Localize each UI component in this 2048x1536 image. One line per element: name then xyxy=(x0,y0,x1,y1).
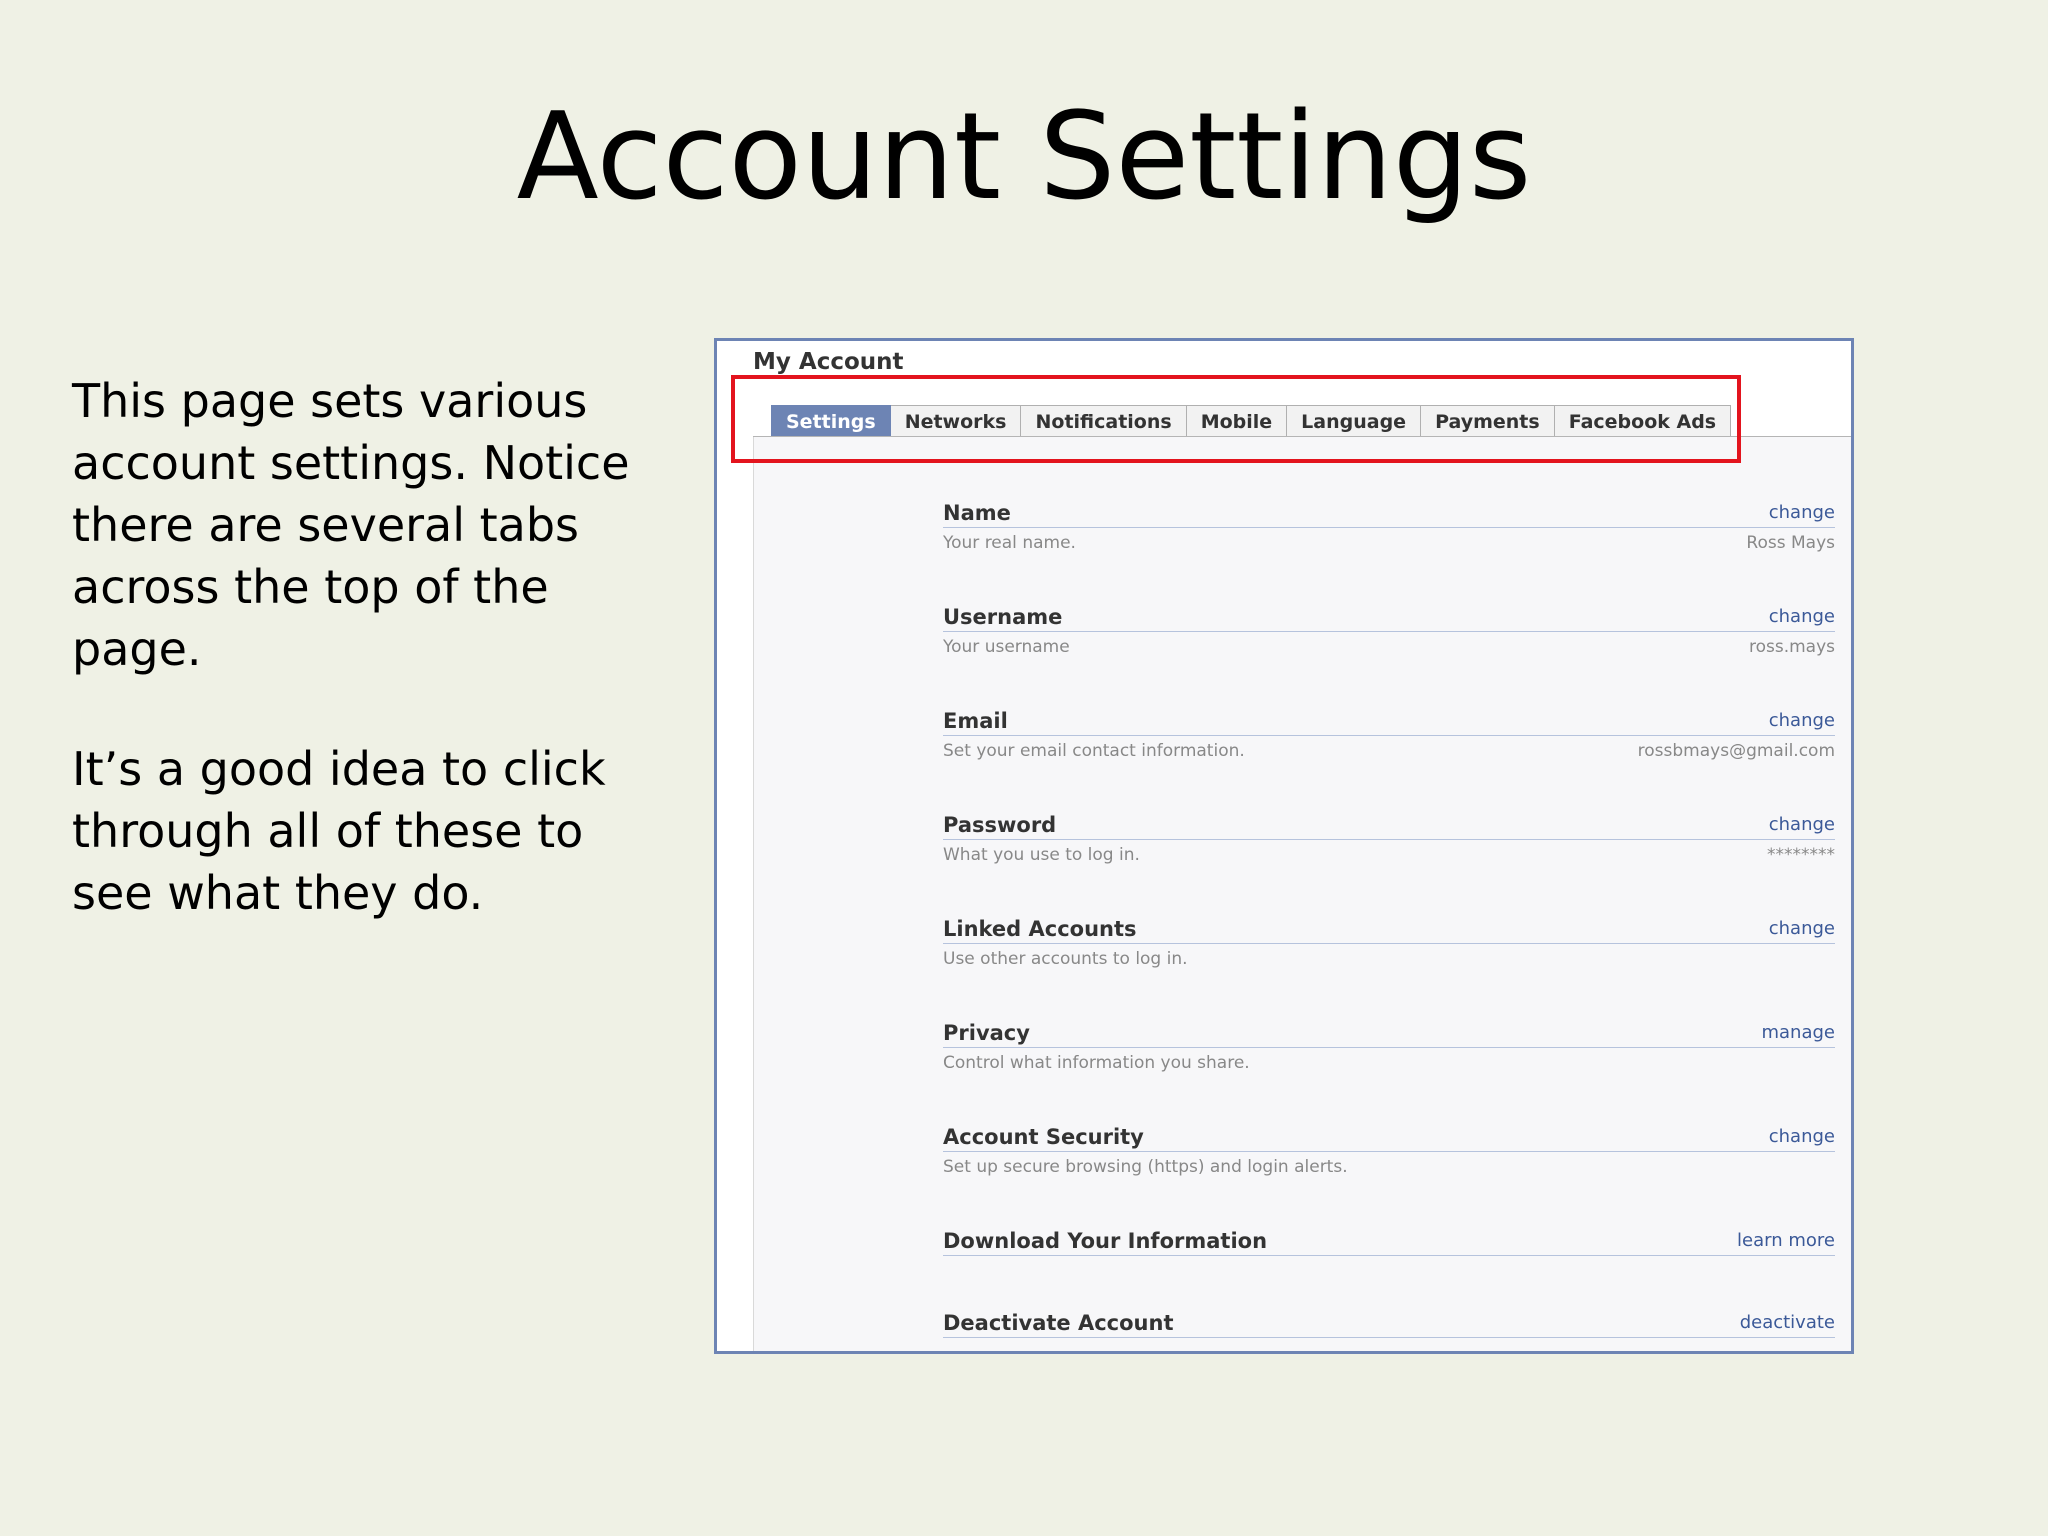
deactivate-link[interactable]: deactivate xyxy=(1740,1312,1835,1333)
setting-value: ******** xyxy=(1767,845,1835,865)
setting-description: What you use to log in. xyxy=(943,845,1140,865)
setting-row-linked-accounts: Linked Accounts change Use other account… xyxy=(943,911,1835,1015)
change-account-security-link[interactable]: change xyxy=(1769,1126,1835,1147)
setting-value: Ross Mays xyxy=(1746,533,1835,553)
change-username-link[interactable]: change xyxy=(1769,606,1835,627)
setting-label: Deactivate Account xyxy=(943,1311,1174,1335)
setting-row-password: Password change What you use to log in. … xyxy=(943,807,1835,911)
change-linked-accounts-link[interactable]: change xyxy=(1769,918,1835,939)
change-password-link[interactable]: change xyxy=(1769,814,1835,835)
setting-value: rossbmays@gmail.com xyxy=(1637,741,1835,761)
slide-title: Account Settings xyxy=(516,88,1532,227)
tabs-highlight-box xyxy=(731,375,1741,463)
setting-description: Set your email contact information. xyxy=(943,741,1245,761)
setting-description: Your real name. xyxy=(943,533,1076,553)
settings-list: Name change Your real name. Ross Mays Us… xyxy=(943,495,1835,1351)
setting-label: Username xyxy=(943,605,1063,629)
setting-label: Account Security xyxy=(943,1125,1144,1149)
setting-row-account-security: Account Security change Set up secure br… xyxy=(943,1119,1835,1223)
setting-description: Set up secure browsing (https) and login… xyxy=(943,1157,1348,1177)
setting-description: Control what information you share. xyxy=(943,1053,1250,1073)
setting-label: Name xyxy=(943,501,1011,525)
setting-description: Use other accounts to log in. xyxy=(943,949,1188,969)
setting-value: ross.mays xyxy=(1748,637,1835,657)
body-paragraph-1: This page sets various account settings.… xyxy=(72,374,630,676)
manage-privacy-link[interactable]: manage xyxy=(1761,1022,1835,1043)
setting-row-name: Name change Your real name. Ross Mays xyxy=(943,495,1835,599)
account-settings-screenshot: My Account Settings Networks Notificatio… xyxy=(714,338,1854,1354)
setting-label: Email xyxy=(943,709,1008,733)
setting-row-email: Email change Set your email contact info… xyxy=(943,703,1835,807)
setting-label: Linked Accounts xyxy=(943,917,1137,941)
change-email-link[interactable]: change xyxy=(1769,710,1835,731)
my-account-heading: My Account xyxy=(753,349,904,375)
setting-row-deactivate-account: Deactivate Account deactivate xyxy=(943,1305,1835,1351)
setting-row-privacy: Privacy manage Control what information … xyxy=(943,1015,1835,1119)
setting-label: Download Your Information xyxy=(943,1229,1268,1253)
change-name-link[interactable]: change xyxy=(1769,502,1835,523)
setting-label: Password xyxy=(943,813,1057,837)
setting-row-username: Username change Your username ross.mays xyxy=(943,599,1835,703)
body-paragraph-2: It’s a good idea to click through all of… xyxy=(72,742,606,920)
setting-description: Your username xyxy=(943,637,1070,657)
setting-row-download-information: Download Your Information learn more xyxy=(943,1223,1835,1305)
slide-body: This page sets various account settings.… xyxy=(72,370,672,982)
learn-more-link[interactable]: learn more xyxy=(1737,1230,1835,1251)
setting-label: Privacy xyxy=(943,1021,1030,1045)
